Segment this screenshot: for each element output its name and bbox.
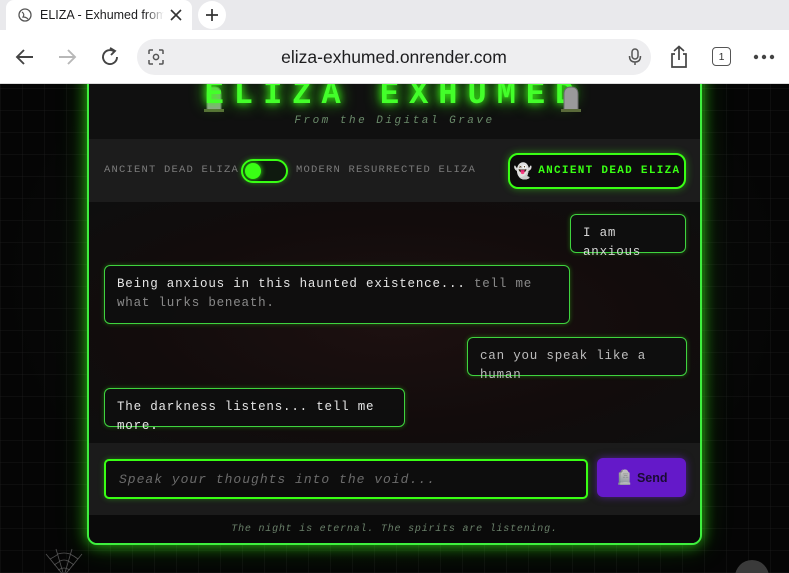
user-message: can you speak like a human: [467, 337, 687, 382]
user-message: I am anxious: [570, 214, 686, 259]
floating-button[interactable]: [735, 560, 769, 573]
page-title: ELIZA EXHUMED: [204, 84, 585, 113]
app-header: ELIZA EXHUMED From the Digital Grave: [89, 84, 700, 139]
tombstone-icon: 🪦: [615, 469, 633, 485]
back-arrow-icon: [15, 49, 33, 65]
mode-label-modern: MODERN RESURRECTED ELIZA: [296, 164, 477, 176]
message-text: can you speak like a human: [480, 349, 647, 382]
page-viewport: ELIZA EXHUMED From the Digital Grave ANC…: [0, 84, 789, 573]
mode-label-ancient: ANCIENT DEAD ELIZA: [104, 164, 240, 176]
close-icon[interactable]: [168, 7, 184, 23]
eliza-message: Being anxious in this haunted existence.…: [104, 265, 570, 324]
tombstone-icon: [561, 86, 581, 112]
message-text: I am anxious: [583, 226, 642, 259]
composer: 🪦 Send: [89, 443, 700, 515]
app-footer: The night is eternal. The spirits are li…: [89, 515, 700, 543]
send-label: Send: [636, 470, 668, 485]
message-text: Being anxious in this haunted existence.…: [117, 277, 474, 291]
send-button[interactable]: 🪦 Send: [597, 458, 686, 497]
toggle-knob: [245, 163, 261, 179]
browser-tab-bar: ELIZA - Exhumed from the Digital Grave: [0, 0, 789, 30]
share-button[interactable]: [665, 43, 693, 71]
eliza-message: The darkness listens... tell me more.: [104, 388, 405, 433]
globe-icon: [18, 8, 32, 22]
forward-button[interactable]: [53, 43, 81, 71]
chat-log[interactable]: I am anxious Being anxious in this haunt…: [89, 202, 700, 443]
spiderweb-icon: [45, 548, 83, 573]
more-button[interactable]: [750, 43, 778, 71]
reload-icon: [102, 47, 118, 65]
current-mode-button[interactable]: 👻 ANCIENT DEAD ELIZA: [508, 153, 686, 189]
message-input[interactable]: [104, 459, 588, 499]
footer-text: The night is eternal. The spirits are li…: [231, 524, 558, 535]
mode-selector: ANCIENT DEAD ELIZA MODERN RESURRECTED EL…: [89, 139, 700, 202]
new-tab-button[interactable]: [198, 1, 226, 29]
message-text: The darkness listens... tell me more.: [117, 400, 375, 433]
back-button[interactable]: [11, 43, 39, 71]
address-bar[interactable]: eliza-exhumed.onrender.com: [137, 39, 651, 75]
mode-toggle[interactable]: [241, 159, 288, 183]
tab-title: ELIZA - Exhumed from the Digital Grave: [40, 8, 164, 22]
browser-toolbar: eliza-exhumed.onrender.com 1: [0, 30, 789, 84]
eliza-panel: ELIZA EXHUMED From the Digital Grave ANC…: [87, 84, 702, 545]
page-subtitle: From the Digital Grave: [294, 115, 495, 127]
more-icon: [753, 54, 775, 60]
ghost-icon: 👻: [513, 163, 533, 180]
plus-icon: [206, 9, 218, 21]
tab-switcher-button[interactable]: 1: [712, 47, 731, 66]
browser-tab[interactable]: ELIZA - Exhumed from the Digital Grave: [6, 0, 192, 30]
current-mode-label: ANCIENT DEAD ELIZA: [538, 165, 681, 177]
forward-arrow-icon: [59, 49, 77, 65]
reload-button[interactable]: [96, 43, 124, 71]
url-text: eliza-exhumed.onrender.com: [281, 47, 507, 67]
microphone-icon[interactable]: [627, 47, 643, 67]
share-icon: [671, 45, 687, 68]
